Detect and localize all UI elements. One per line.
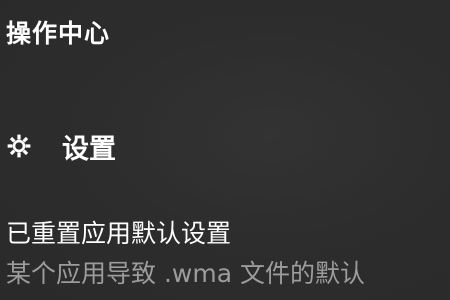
- gear-icon: [6, 133, 32, 159]
- action-center-title: 操作中心: [6, 19, 111, 48]
- notification-group-settings[interactable]: 设置: [6, 126, 116, 166]
- notification-source-label: 设置: [62, 133, 116, 165]
- action-center-panel: 操作中心 设置 已重置应用默认设置 某个应用导致 .wma 文件的默认: [0, 0, 450, 300]
- notification-heading: 已重置应用默认设置: [6, 219, 232, 248]
- notification-card[interactable]: 已重置应用默认设置 某个应用导致 .wma 文件的默认: [0, 210, 450, 300]
- notification-body: 某个应用导致 .wma 文件的默认: [6, 259, 365, 288]
